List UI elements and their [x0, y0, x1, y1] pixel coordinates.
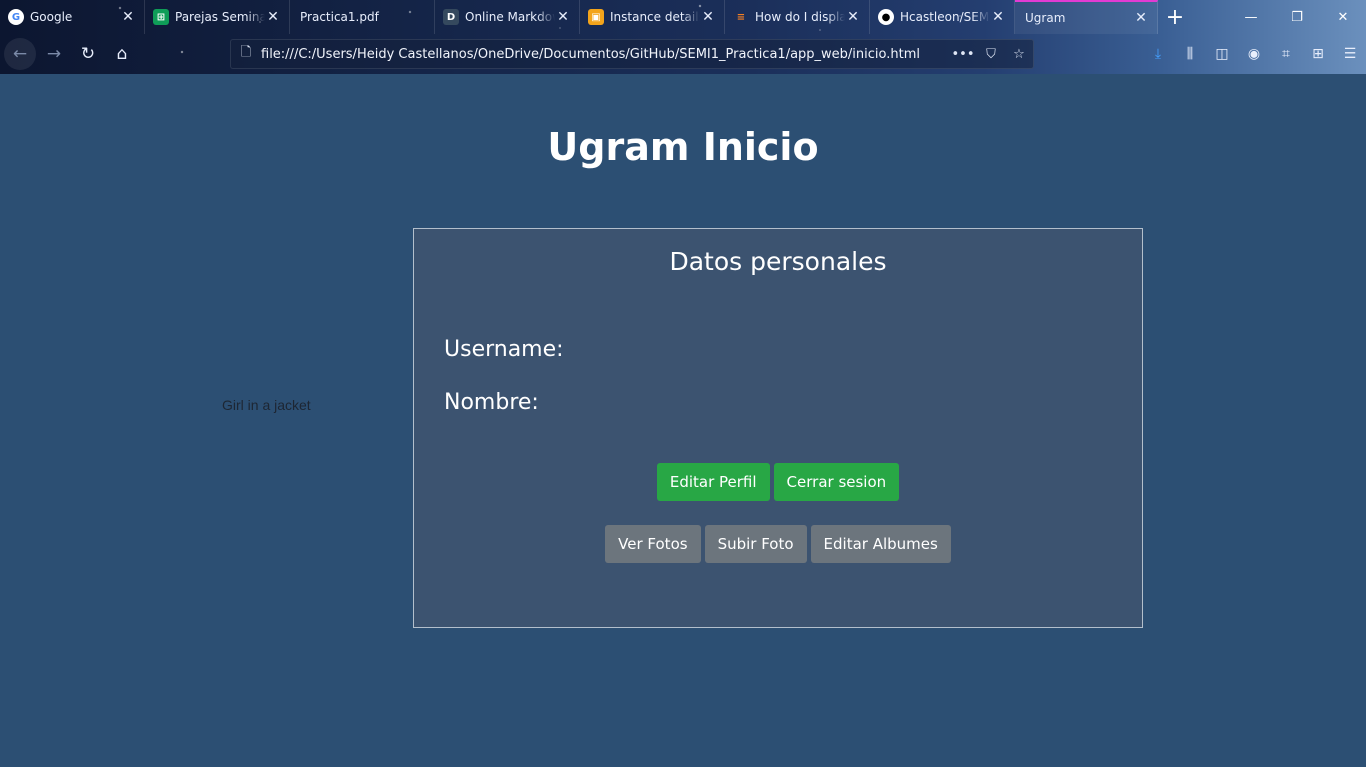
tab-label: Online Markdown — [465, 10, 555, 24]
page-icon: 🗋 — [240, 45, 252, 60]
restore-button[interactable]: ❐ — [1274, 0, 1320, 34]
close-icon[interactable]: ✕ — [265, 9, 281, 25]
close-icon[interactable]: ✕ — [845, 9, 861, 25]
close-icon[interactable]: ✕ — [990, 9, 1006, 25]
logout-button[interactable]: Cerrar sesion — [773, 463, 900, 501]
tab-parejas[interactable]: ⊞ Parejas Seminario ✕ — [145, 0, 290, 34]
page-title: Ugram Inicio — [547, 125, 819, 169]
tab-label: Parejas Seminario — [175, 10, 265, 24]
page-actions-icon[interactable]: ••• — [949, 47, 977, 62]
close-window-button[interactable]: ✕ — [1320, 0, 1366, 34]
edit-profile-button[interactable]: Editar Perfil — [656, 463, 770, 501]
stackoverflow-icon: ≡ — [736, 11, 746, 23]
reload-button[interactable]: ↻ — [72, 38, 104, 70]
tab-how-do-i-display[interactable]: ≡ How do I display ✕ — [725, 0, 870, 34]
tab-practica-pdf[interactable]: Practica1.pdf — [290, 0, 435, 34]
library-icon[interactable]: ⫼ — [1174, 46, 1206, 62]
minimize-button[interactable]: — — [1228, 0, 1274, 34]
tab-online-markdown[interactable]: D Online Markdown ✕ — [435, 0, 580, 34]
tab-label: Ugram — [1025, 11, 1066, 25]
tab-ugram[interactable]: Ugram ✕ — [1015, 0, 1158, 34]
tab-label: Practica1.pdf — [300, 10, 379, 24]
sheets-icon: ⊞ — [153, 9, 169, 25]
tab-label: How do I display — [755, 10, 845, 24]
edit-albums-button[interactable]: Editar Albumes — [810, 525, 951, 563]
menu-icon[interactable]: ☰ — [1334, 46, 1366, 62]
primary-actions: Editar Perfil Cerrar sesion — [414, 463, 1142, 501]
sidebar-icon[interactable]: ◫ — [1206, 46, 1238, 62]
tab-label: Hcastleon/SEMI1 — [900, 10, 990, 24]
account-icon[interactable]: ◉ — [1238, 46, 1270, 62]
downloads-icon[interactable]: ⤓ — [1142, 46, 1174, 62]
username-label: Username: — [444, 337, 564, 362]
secondary-actions: Ver Fotos Subir Foto Editar Albumes — [414, 525, 1142, 563]
google-icon: G — [8, 9, 24, 25]
name-label: Nombre: — [444, 390, 539, 415]
home-button[interactable]: ⌂ — [106, 38, 138, 70]
personal-data-card: Datos personales Username: Nombre: Edita… — [413, 228, 1143, 628]
tab-instance-details[interactable]: ▣ Instance details ✕ — [580, 0, 725, 34]
tab-label: Instance details — [610, 10, 700, 24]
profile-image-alt: Girl in a jacket — [222, 397, 311, 413]
tab-label: Google — [30, 10, 73, 24]
close-icon[interactable]: ✕ — [120, 9, 136, 25]
github-icon: ● — [878, 9, 894, 25]
upload-photo-button[interactable]: Subir Foto — [704, 525, 807, 563]
view-photos-button[interactable]: Ver Fotos — [605, 525, 701, 563]
close-icon[interactable]: ✕ — [700, 9, 716, 25]
dillinger-icon: D — [443, 9, 459, 25]
back-button[interactable]: ← — [4, 38, 36, 70]
url-bar[interactable]: 🗋 file:///C:/Users/Heidy Castellanos/One… — [230, 39, 1034, 69]
tab-google[interactable]: G Google ✕ — [0, 0, 145, 34]
tab-bar: G Google ✕ ⊞ Parejas Seminario ✕ Practic… — [0, 0, 1366, 34]
url-text[interactable]: file:///C:/Users/Heidy Castellanos/OneDr… — [261, 47, 949, 62]
new-tab-button[interactable]: + — [1158, 0, 1192, 34]
aws-box-icon: ▣ — [588, 9, 604, 25]
toolbar-right: ⤓ ⫼ ◫ ◉ ⌗ ⊞ ☰ — [1142, 34, 1366, 74]
tab-github[interactable]: ● Hcastleon/SEMI1 ✕ — [870, 0, 1015, 34]
card-heading: Datos personales — [669, 247, 887, 276]
window-controls: — ❐ ✕ — [1228, 0, 1366, 34]
screenshot-icon[interactable]: ⌗ — [1270, 46, 1302, 62]
navigation-bar: ← → ↻ ⌂ 🗋 file:///C:/Users/Heidy Castell… — [0, 34, 1366, 74]
close-icon[interactable]: ✕ — [1133, 10, 1149, 26]
pocket-icon[interactable]: ⛉ — [977, 47, 1005, 62]
close-icon[interactable]: ✕ — [555, 9, 571, 25]
bookmark-star-icon[interactable]: ☆ — [1005, 47, 1033, 62]
extensions-icon[interactable]: ⊞ — [1302, 46, 1334, 62]
browser-chrome: G Google ✕ ⊞ Parejas Seminario ✕ Practic… — [0, 0, 1366, 74]
forward-button[interactable]: → — [38, 38, 70, 70]
